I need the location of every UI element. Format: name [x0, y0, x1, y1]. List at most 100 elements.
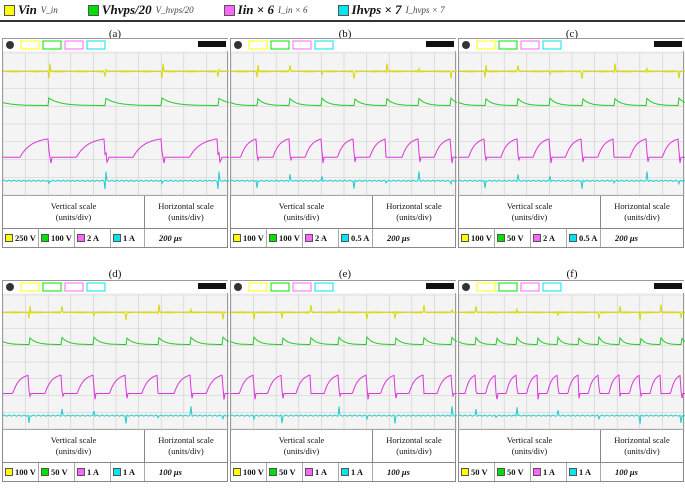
horizontal-scale-header: Horizontal scale (units/div) — [601, 430, 683, 462]
panel-2: Vertical scale (units/div) Horizontal sca… — [458, 38, 685, 248]
vertical-scale-ch4: 1 A — [567, 463, 601, 481]
scale-value: 100 V — [243, 233, 264, 243]
header-units: (units/div) — [511, 446, 548, 456]
scale-value: 100 V — [243, 467, 264, 477]
channel-swatch-icon — [533, 468, 541, 476]
scale-value: 1 A — [579, 467, 592, 477]
channel-swatch-icon — [305, 468, 313, 476]
scale-value: 1 A — [351, 467, 364, 477]
channel-swatch-icon — [113, 468, 121, 476]
panel-4: Vertical scale (units/div) Horizontal sca… — [230, 280, 457, 482]
scale-value: 100 V — [15, 467, 36, 477]
scale-value: 50 V — [507, 467, 524, 477]
channel-indicator — [314, 282, 334, 292]
channel-swatch-icon — [497, 234, 505, 242]
scale-value: 2 A — [315, 233, 328, 243]
scope-logo-icon — [462, 41, 470, 49]
channel-indicator — [542, 40, 562, 50]
vertical-scale-ch4: 0.5 A — [339, 229, 373, 247]
channel-indicator — [520, 282, 540, 292]
header-units: (units/div) — [624, 446, 660, 456]
scale-value: 0.5 A — [579, 233, 598, 243]
channel-swatch-icon — [269, 234, 277, 242]
panel-label: (f) — [566, 268, 578, 280]
scope-logo-icon — [234, 41, 242, 49]
legend-notation: V_hvps/20 — [155, 5, 194, 15]
channel-swatch-icon — [233, 468, 241, 476]
magenta-swatch-icon — [223, 4, 235, 16]
vertical-scale-ch1: 100 V — [459, 229, 495, 247]
channel-swatch-icon — [497, 468, 505, 476]
channel-indicator — [292, 282, 312, 292]
panel-label: (d) — [108, 268, 122, 280]
legend-label: Ihvps × 7 — [351, 2, 402, 17]
horizontal-scale-header: Horizontal scale (units/div) — [145, 196, 227, 228]
header-text: Horizontal scale — [386, 435, 442, 445]
scale-value: 50 V — [279, 467, 296, 477]
scale-table: Vertical scale (units/div) Horizontal sca… — [230, 196, 456, 248]
scale-value: 2 A — [543, 233, 556, 243]
vertical-scale-header: Vertical scale (units/div) — [459, 430, 601, 462]
horizontal-scale-header: Horizontal scale (units/div) — [373, 196, 455, 228]
channel-indicator — [498, 282, 518, 292]
horizontal-scale-value: 100 μs — [159, 467, 182, 477]
run-status — [654, 41, 682, 47]
channel-swatch-icon — [569, 468, 577, 476]
channel-swatch-icon — [5, 468, 13, 476]
channel-indicator — [86, 40, 106, 50]
header-units: (units/div) — [396, 212, 432, 222]
panel-0: Vertical scale (units/div) Horizontal sca… — [2, 38, 229, 248]
vertical-scale-ch3: 1 A — [75, 463, 111, 481]
oscilloscope-capture — [458, 38, 685, 197]
horizontal-scale-header: Horizontal scale (units/div) — [601, 196, 683, 228]
vertical-scale-ch2: 50 V — [495, 463, 531, 481]
channel-indicator — [86, 282, 106, 292]
scale-value: 1 A — [315, 467, 328, 477]
header-text: Horizontal scale — [614, 201, 670, 211]
channel-indicator — [64, 282, 84, 292]
channel-indicator — [20, 282, 40, 292]
vertical-scale-ch1: 100 V — [231, 463, 267, 481]
vertical-scale-ch3: 1 A — [531, 463, 567, 481]
header-text: Horizontal scale — [614, 435, 670, 445]
scale-value: 2 A — [87, 233, 100, 243]
header-text: Horizontal scale — [158, 201, 214, 211]
channel-indicator — [42, 282, 62, 292]
legend-ihvps: Ihvps × 7 I_hvps × 7 — [337, 2, 445, 18]
channel-indicator — [476, 282, 496, 292]
scale-table: Vertical scale (units/div) Horizontal sca… — [2, 430, 228, 482]
vertical-scale-ch4: 1 A — [111, 463, 145, 481]
horizontal-scale-value: 200 μs — [387, 233, 410, 243]
horizontal-scale-header: Horizontal scale (units/div) — [145, 430, 227, 462]
legend-vhvps: Vhvps/20 V_hvps/20 — [87, 2, 194, 18]
run-status — [198, 283, 226, 289]
header-units: (units/div) — [168, 446, 204, 456]
header-text: Vertical scale — [50, 435, 97, 445]
figure-legend: Vin V_in Vhvps/20 V_hvps/20 Iin × 6 I_in × … — [4, 2, 475, 18]
panel-5: Vertical scale (units/div) Horizontal sca… — [458, 280, 685, 482]
channel-swatch-icon — [5, 234, 13, 242]
channel-indicator — [270, 40, 290, 50]
channel-swatch-icon — [41, 234, 49, 242]
header-text: Horizontal scale — [158, 435, 214, 445]
horizontal-scale-value: 100 μs — [387, 467, 410, 477]
channel-indicator — [270, 282, 290, 292]
channel-swatch-icon — [461, 234, 469, 242]
legend-label: Iin × 6 — [237, 2, 274, 17]
vertical-scale-ch4: 1 A — [111, 229, 145, 247]
vertical-scale-ch1: 250 V — [3, 229, 39, 247]
legend-notation: I_hvps × 7 — [405, 5, 445, 15]
header-units: (units/div) — [55, 212, 92, 222]
run-status — [426, 283, 454, 289]
vertical-scale-ch2: 100 V — [39, 229, 75, 247]
scale-value: 1 A — [543, 467, 556, 477]
header-units: (units/div) — [624, 212, 660, 222]
channel-indicator — [64, 40, 84, 50]
channel-swatch-icon — [569, 234, 577, 242]
channel-swatch-icon — [305, 234, 313, 242]
header-units: (units/div) — [168, 212, 204, 222]
vertical-scale-ch1: 100 V — [231, 229, 267, 247]
legend-label: Vin — [18, 2, 37, 17]
waveform-plot — [459, 39, 685, 197]
waveform-plot — [231, 39, 457, 197]
